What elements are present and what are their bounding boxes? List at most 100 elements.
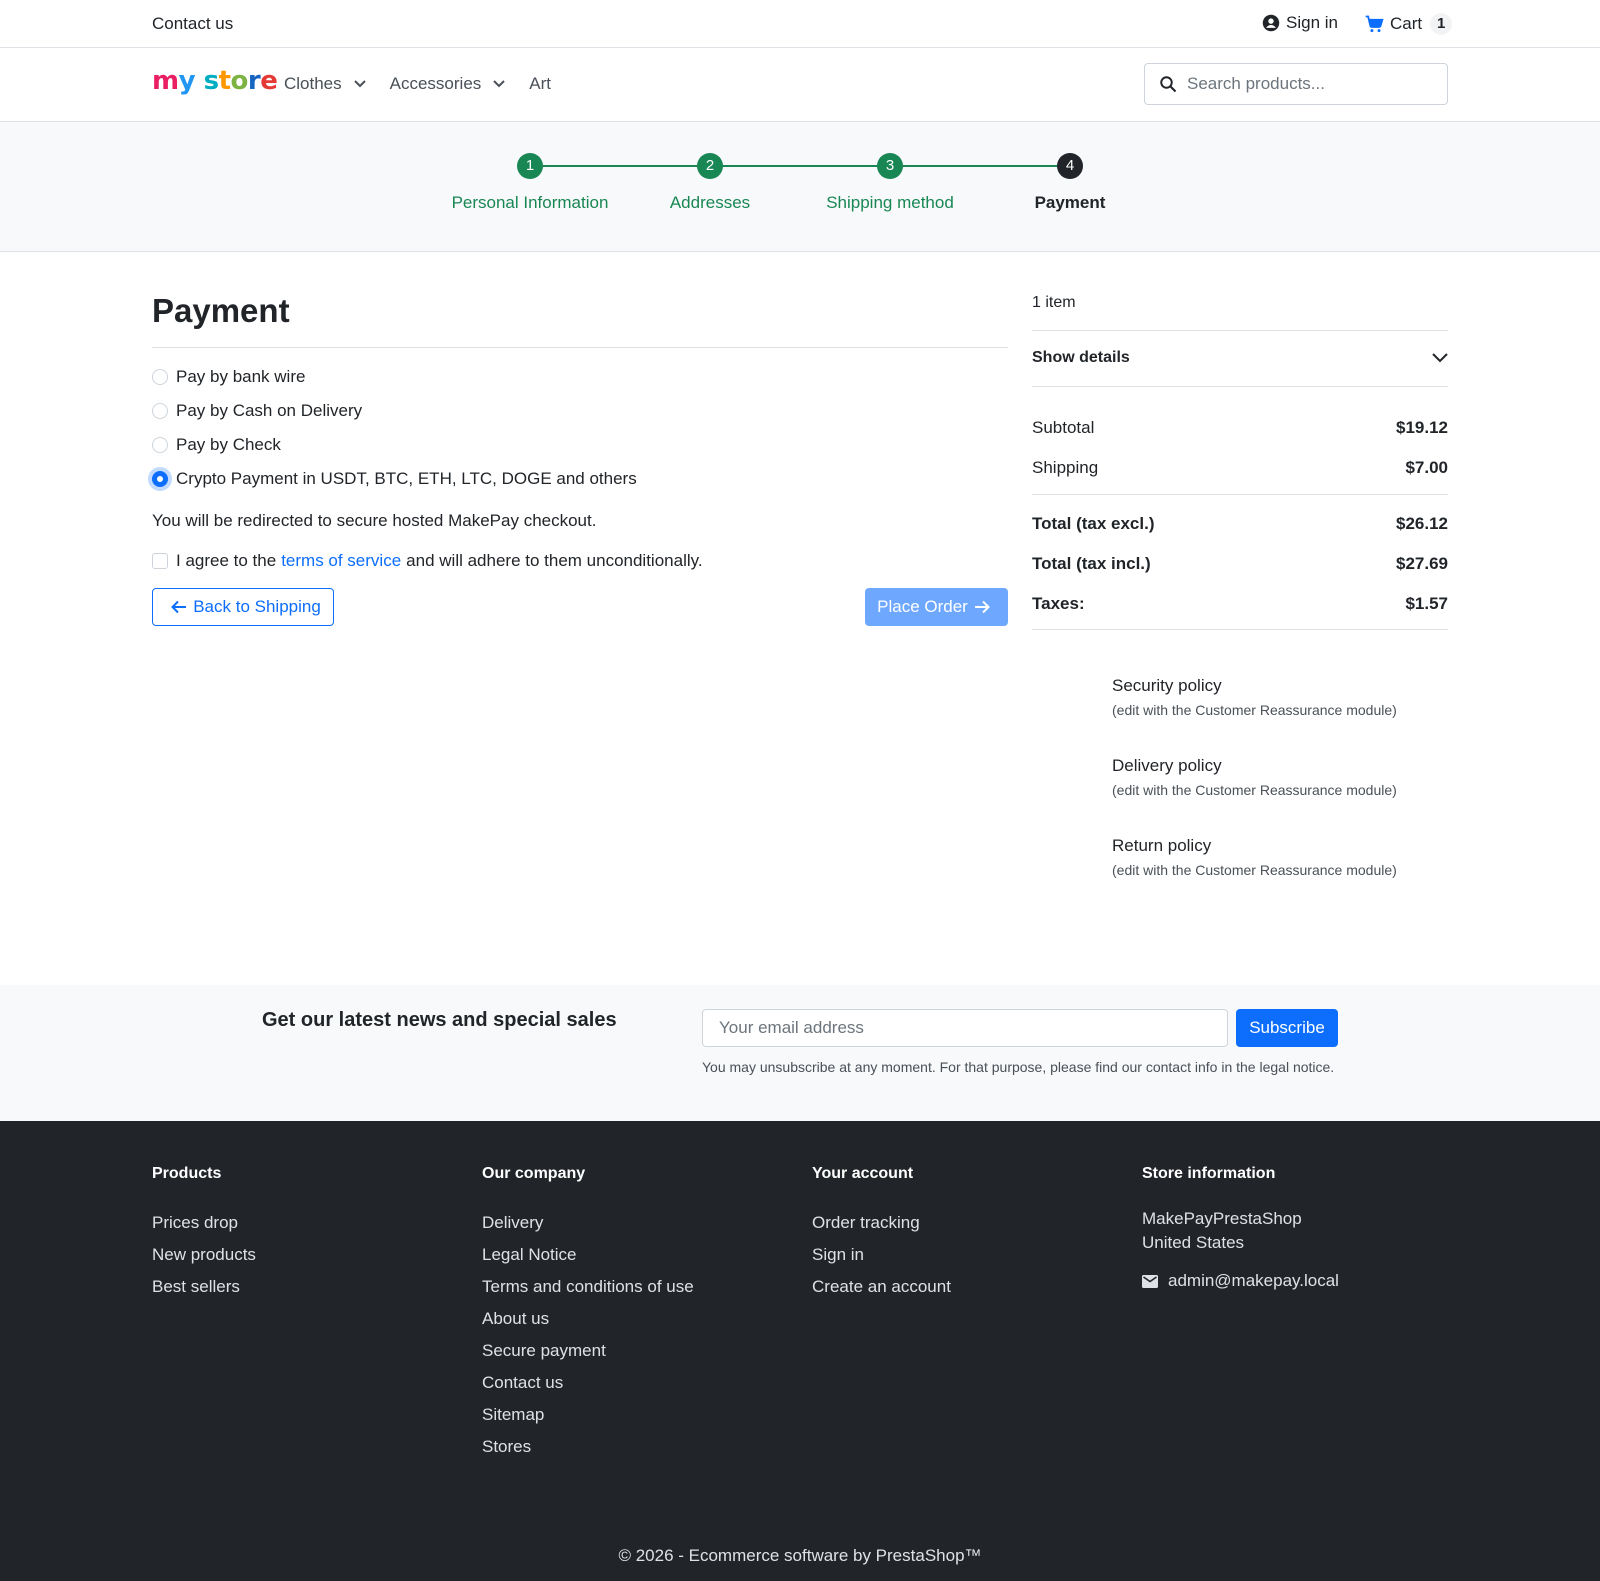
- shipping-row: Shipping $7.00: [1032, 458, 1448, 478]
- radio-button-selected[interactable]: [152, 471, 168, 487]
- logo-letter: e: [260, 66, 278, 96]
- reassurance-title: Return policy: [1112, 836, 1212, 855]
- subscribe-button[interactable]: Subscribe: [1236, 1009, 1338, 1047]
- divider: [1032, 330, 1448, 331]
- contact-us-link[interactable]: Contact us: [152, 14, 233, 34]
- agree-prefix: I agree to the: [176, 551, 277, 570]
- security-policy: Security policy (edit with the Customer …: [1112, 676, 1397, 718]
- logo-letter: o: [230, 66, 249, 96]
- store-logo[interactable]: my store: [152, 66, 278, 96]
- footer-link-secure-payment[interactable]: Secure payment: [482, 1341, 694, 1361]
- nav-item-label: Art: [529, 74, 552, 93]
- nav-item-label: Clothes: [284, 74, 342, 93]
- footer-link-sign-in[interactable]: Sign in: [812, 1245, 951, 1265]
- footer-link-create-account[interactable]: Create an account: [812, 1277, 951, 1297]
- subtotal-row: Subtotal $19.12: [1032, 418, 1448, 438]
- store-email-text: admin@makepay.local: [1168, 1271, 1339, 1290]
- payment-option-bank-wire[interactable]: Pay by bank wire: [152, 367, 305, 387]
- total-incl-label: Total (tax incl.): [1032, 554, 1151, 573]
- nav-item-accessories[interactable]: Accessories: [390, 74, 506, 94]
- place-order-button[interactable]: Place Order: [865, 588, 1008, 626]
- logo-letter: [195, 66, 204, 96]
- items-count: 1 item: [1032, 294, 1076, 311]
- search-icon: [1160, 76, 1177, 93]
- footer-link-best-sellers[interactable]: Best sellers: [152, 1277, 256, 1297]
- terms-agreement[interactable]: I agree to the terms of service and will…: [152, 551, 703, 571]
- footer-account: Your account Order tracking Sign in Crea…: [812, 1165, 951, 1309]
- payment-option-label: Crypto Payment in USDT, BTC, ETH, LTC, D…: [176, 469, 637, 488]
- total-excl-value: $26.12: [1396, 514, 1448, 533]
- chevron-down-icon: [353, 80, 366, 88]
- step-2-marker[interactable]: 2: [697, 153, 723, 179]
- payment-option-label: Pay by Cash on Delivery: [176, 401, 363, 420]
- redirect-note: You will be redirected to secure hosted …: [152, 511, 597, 530]
- radio-button[interactable]: [152, 437, 168, 453]
- show-details-toggle[interactable]: Show details: [1032, 349, 1448, 367]
- search-placeholder: Search products...: [1187, 74, 1325, 93]
- reassurance-note: (edit with the Customer Reassurance modu…: [1112, 862, 1397, 878]
- delivery-policy: Delivery policy (edit with the Customer …: [1112, 756, 1397, 798]
- footer-link-stores[interactable]: Stores: [482, 1437, 694, 1457]
- footer-link-legal-notice[interactable]: Legal Notice: [482, 1245, 694, 1265]
- chevron-down-icon: [1432, 353, 1448, 363]
- newsletter-note: You may unsubscribe at any moment. For t…: [702, 1059, 1335, 1075]
- step-1-label[interactable]: Personal Information: [430, 193, 630, 213]
- divider: [152, 347, 1008, 348]
- show-details-label: Show details: [1032, 349, 1130, 366]
- nav-item-label: Accessories: [389, 74, 482, 93]
- payment-option-cash-on-delivery[interactable]: Pay by Cash on Delivery: [152, 401, 362, 421]
- cart-link[interactable]: Cart 1: [1364, 13, 1453, 35]
- step-3-label[interactable]: Shipping method: [790, 193, 990, 213]
- chevron-down-icon: [493, 80, 505, 88]
- back-to-shipping-button[interactable]: Back to Shipping: [152, 588, 334, 626]
- sign-in-link[interactable]: Sign in: [1262, 13, 1338, 33]
- footer-link-delivery[interactable]: Delivery: [482, 1213, 694, 1233]
- shipping-label: Shipping: [1032, 458, 1099, 477]
- footer-link-order-tracking[interactable]: Order tracking: [812, 1213, 951, 1233]
- nav-item-clothes[interactable]: Clothes: [284, 74, 366, 94]
- step-3-marker[interactable]: 3: [877, 153, 903, 179]
- step-4-label: Payment: [1034, 193, 1106, 212]
- footer-link-terms[interactable]: Terms and conditions of use: [482, 1277, 694, 1297]
- footer-link-about-us[interactable]: About us: [482, 1309, 694, 1329]
- reassurance-note: (edit with the Customer Reassurance modu…: [1112, 702, 1397, 718]
- reassurance-title: Security policy: [1112, 676, 1222, 695]
- logo-letter: r: [247, 66, 261, 96]
- store-country: United States: [1142, 1233, 1245, 1252]
- footer-link-sitemap[interactable]: Sitemap: [482, 1405, 694, 1425]
- logo-letter: y: [178, 66, 196, 96]
- logo-letter: m: [152, 66, 179, 96]
- radio-button[interactable]: [152, 369, 168, 385]
- payment-option-label: Pay by bank wire: [176, 367, 306, 386]
- shipping-value: $7.00: [1405, 458, 1448, 477]
- footer-heading: Our company: [482, 1165, 586, 1182]
- cart-label: Cart: [1390, 14, 1423, 33]
- newsletter-section: Get our latest news and special sales Yo…: [0, 985, 1600, 1121]
- footer-link-prices-drop[interactable]: Prices drop: [152, 1213, 256, 1233]
- footer-link-new-products[interactable]: New products: [152, 1245, 256, 1265]
- step-2-label[interactable]: Addresses: [610, 193, 810, 213]
- taxes-value: $1.57: [1405, 594, 1448, 613]
- copyright: © 2026 - Ecommerce software by PrestaSho…: [618, 1546, 982, 1565]
- payment-option-label: Pay by Check: [176, 435, 281, 454]
- payment-option-check[interactable]: Pay by Check: [152, 435, 281, 455]
- store-email[interactable]: admin@makepay.local: [1142, 1271, 1339, 1291]
- terms-of-service-link[interactable]: terms of service: [281, 551, 401, 571]
- search-input[interactable]: Search products...: [1144, 63, 1448, 105]
- back-button-label: Back to Shipping: [193, 597, 321, 616]
- store-name: MakePayPrestaShop: [1142, 1209, 1302, 1228]
- user-icon: [1262, 14, 1280, 32]
- logo-letter: t: [218, 66, 231, 96]
- radio-button[interactable]: [152, 403, 168, 419]
- page-title: Payment: [152, 292, 290, 329]
- footer-heading: Store information: [1142, 1165, 1276, 1182]
- step-1-marker[interactable]: 1: [517, 153, 543, 179]
- footer-link-contact-us[interactable]: Contact us: [482, 1373, 694, 1393]
- cart-count-badge: 1: [1430, 13, 1453, 35]
- newsletter-email-input[interactable]: Your email address: [702, 1009, 1228, 1047]
- terms-checkbox[interactable]: [152, 553, 168, 569]
- nav-item-art[interactable]: Art: [529, 74, 551, 94]
- footer-store-info: Store information MakePayPrestaShop Unit…: [1142, 1165, 1339, 1291]
- step-4-marker: 4: [1057, 153, 1083, 179]
- payment-option-crypto[interactable]: Crypto Payment in USDT, BTC, ETH, LTC, D…: [152, 469, 637, 489]
